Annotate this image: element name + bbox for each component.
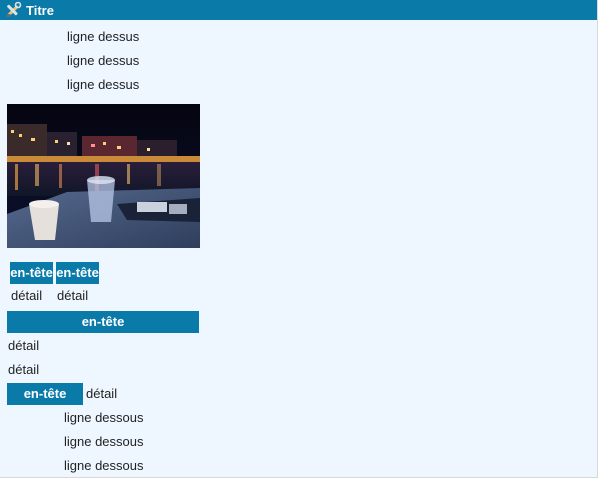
table1-cell-1: détail [11,288,43,303]
tools-icon [6,1,22,17]
harbor-night-photo [7,104,200,248]
table2-header: en-tête [7,311,199,333]
table3-cell: détail [86,386,118,401]
table2-cell-1: détail [8,338,40,353]
line-below-1: ligne dessous [64,410,144,425]
line-above-1: ligne dessus [67,29,140,44]
table2-cell-2: détail [8,362,40,377]
content-panel: Titre ligne dessus ligne dessus ligne de… [0,0,598,478]
line-above-2: ligne dessus [67,53,140,68]
photo-illustration [7,104,200,248]
table1-header-2: en-tête [56,262,99,284]
title-bar: Titre [0,0,597,20]
table3-header: en-tête [7,383,83,405]
window-title: Titre [26,2,54,18]
table1-cell-2: détail [57,288,89,303]
table1-header-1: en-tête [10,262,53,284]
line-below-3: ligne dessous [64,458,144,473]
line-below-2: ligne dessous [64,434,144,449]
line-above-3: ligne dessus [67,77,140,92]
